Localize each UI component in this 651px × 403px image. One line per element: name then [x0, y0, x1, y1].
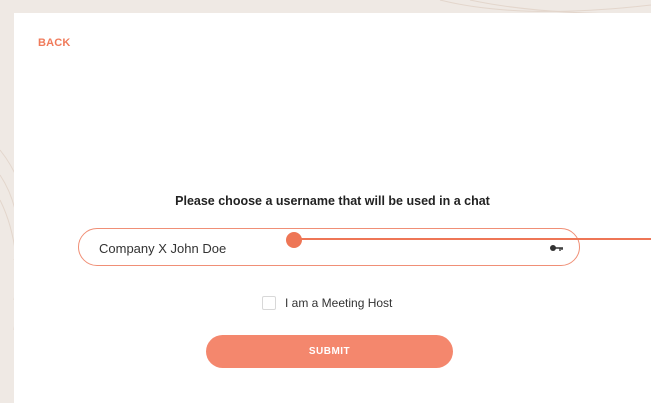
back-button[interactable]: BACK [38, 37, 71, 49]
username-field[interactable] [78, 228, 580, 267]
username-card: BACK Please choose a username that will … [14, 13, 651, 403]
annotation-knob [286, 232, 302, 248]
annotation-line [297, 238, 651, 240]
username-input[interactable] [97, 229, 301, 267]
username-prompt: Please choose a username that will be us… [175, 194, 490, 208]
meeting-host-checkbox[interactable] [262, 296, 276, 310]
password-manager-key-icon[interactable] [549, 243, 565, 253]
meeting-host-label: I am a Meeting Host [285, 296, 393, 310]
meeting-host-option[interactable]: I am a Meeting Host [262, 294, 392, 312]
submit-button[interactable]: SUBMIT [206, 335, 453, 368]
